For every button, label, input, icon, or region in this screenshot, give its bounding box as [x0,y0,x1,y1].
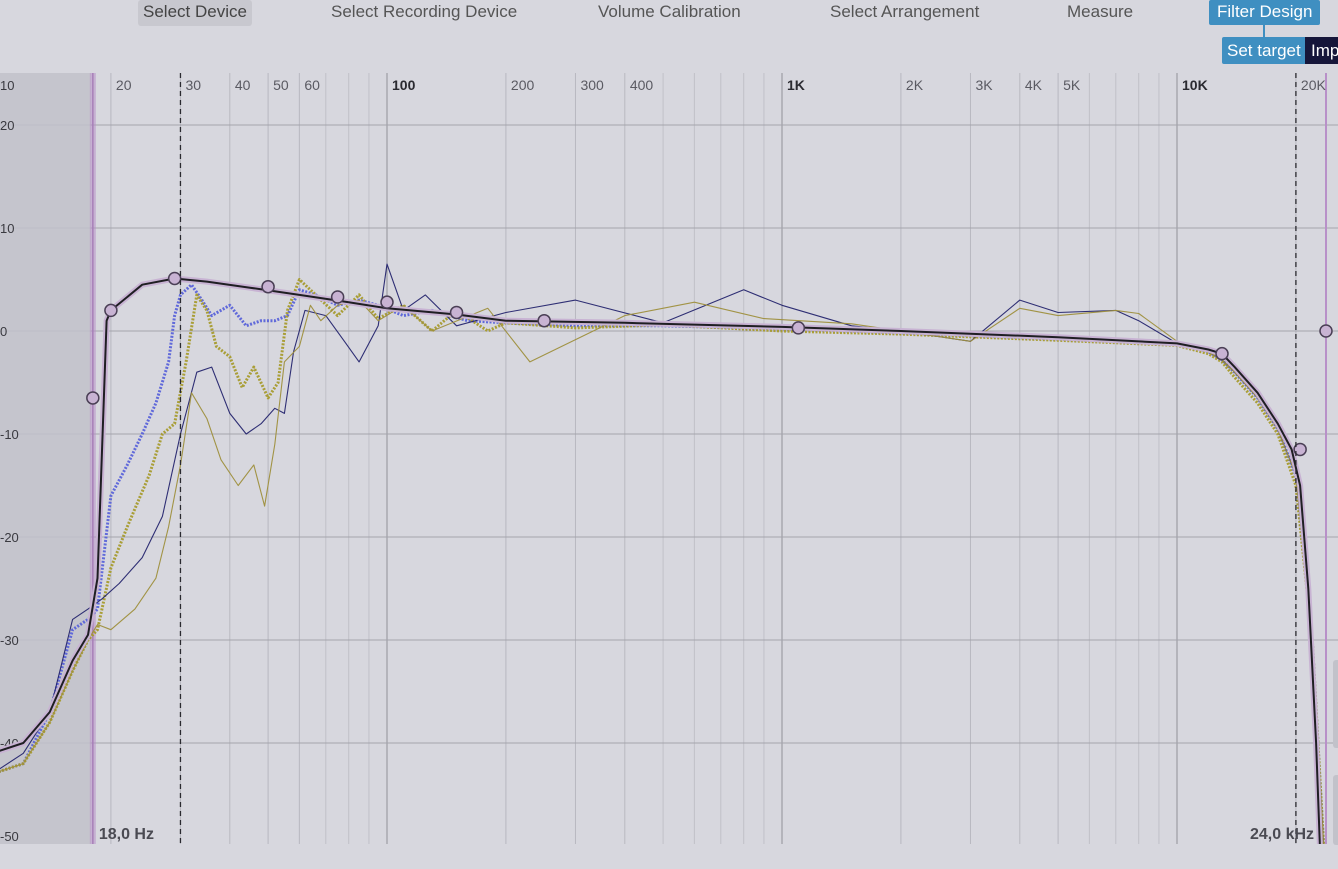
y-tick-label: 10 [0,78,14,93]
x-tick-label: 100 [392,77,416,93]
y-tick-label: -10 [0,427,19,442]
measurement-curve-thin-navy [0,263,1325,844]
x-tick-label: 60 [304,77,320,93]
x-tick-label: 1K [787,77,805,93]
x-tick-label: 2K [906,77,924,93]
x-tick-label: 50 [273,77,289,93]
target-control-point[interactable] [330,290,345,304]
target-control-point[interactable] [380,295,394,309]
tab-volume-calibration[interactable]: Volume Calibration [598,0,741,26]
target-curve-line [0,277,1321,844]
wizard-nav: Select Device Select Recording Device Vo… [0,0,1338,28]
low-limit-label: 18,0 Hz [99,826,154,843]
x-tick-label: 400 [630,77,654,93]
target-control-point[interactable] [86,391,100,405]
x-tick-label: 20 [116,77,132,93]
target-control-point[interactable] [167,271,182,286]
x-tick-label: 300 [580,77,604,93]
target-control-point[interactable] [449,305,464,320]
x-tick-label: 3K [975,77,993,93]
high-limit-label: 24,0 kHz [1250,826,1314,843]
target-control-point[interactable] [1319,324,1333,338]
x-tick-label: 200 [511,77,535,93]
tab-filter-design[interactable]: Filter Design [1209,0,1321,25]
x-tick-label: 40 [235,77,251,93]
tab-select-device[interactable]: Select Device [138,0,252,26]
y-tick-label: -30 [0,633,19,648]
y-tick-label: -20 [0,530,19,545]
y-tick-label: 20 [0,118,14,133]
measurement-curve-dotted-blue [0,283,1325,844]
limit-markers: 18,0 Hz 24,0 kHz [99,73,1314,844]
target-control-point[interactable] [104,303,118,318]
x-tick-label: 30 [185,77,201,93]
subtab-set-target[interactable]: Set target [1222,37,1306,64]
tab-measure[interactable]: Measure [1067,0,1133,26]
y-tick-label: 10 [0,221,14,236]
x-tick-label: 10K [1182,77,1208,93]
measurement-curves [0,263,1325,844]
side-handle-upper[interactable] [1333,660,1338,748]
target-control-point[interactable] [537,313,551,328]
side-handle-lower[interactable] [1333,775,1338,845]
x-tick-label: 4K [1025,77,1043,93]
measurement-curve-dotted-olive [0,278,1325,844]
tab-connector [1263,24,1265,38]
chart-grid [0,73,1338,844]
target-control-point[interactable] [261,279,275,294]
tab-select-recording-device[interactable]: Select Recording Device [331,0,517,26]
x-tick-label: 5K [1063,77,1081,93]
frequency-response-chart[interactable]: 20 30 40 50 60 100 200 300 400 1K 2K 3K 4K 5K 10K 20K10… [0,73,1338,844]
x-tick-label: 20K [1301,77,1327,93]
target-curve-halo [0,275,1323,844]
measurement-curve-thin-olive [0,299,1325,844]
target-control-point[interactable] [791,321,806,335]
subtab-imp[interactable]: Imp [1305,37,1338,64]
target-curve[interactable] [0,271,1333,844]
tab-select-arrangement[interactable]: Select Arrangement [830,0,979,26]
y-tick-label: -50 [0,829,19,844]
target-control-point[interactable] [1215,346,1229,361]
y-tick-label: 0 [0,324,7,339]
